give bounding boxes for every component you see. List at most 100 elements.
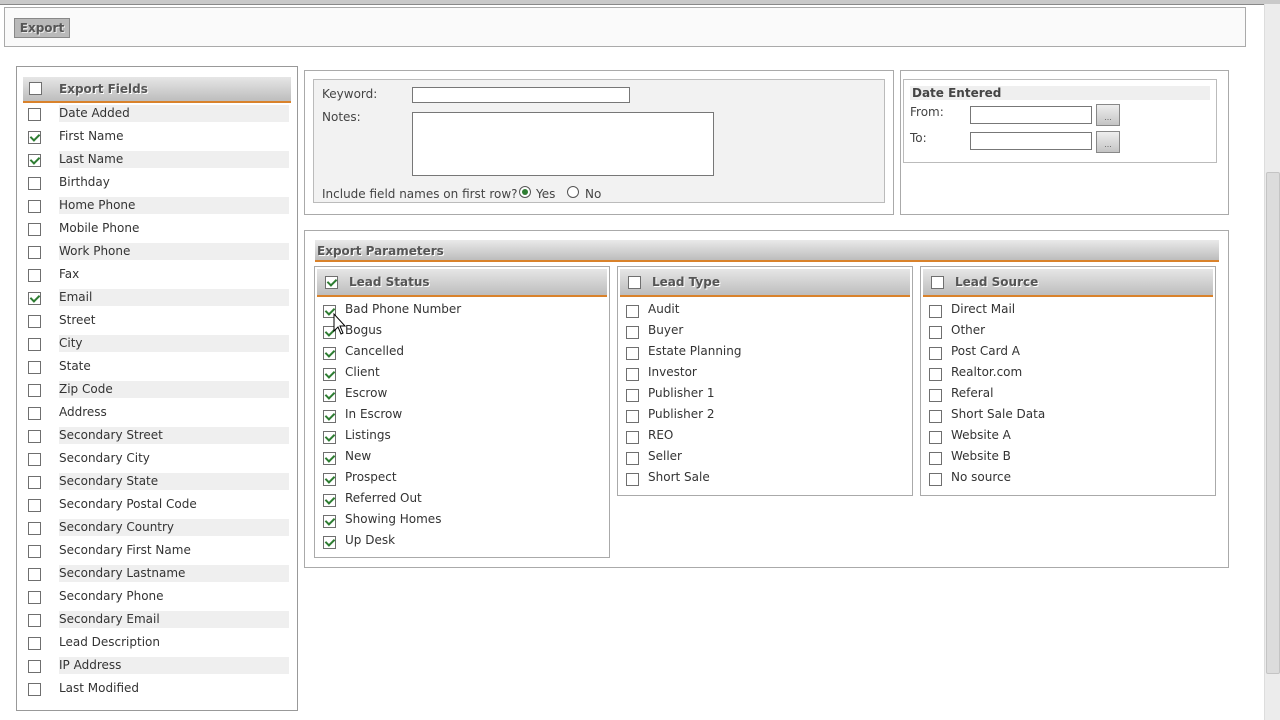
field-checkbox-city[interactable] xyxy=(28,338,41,351)
field-checkbox-secondary-phone[interactable] xyxy=(28,591,41,604)
option-checkbox-cancelled[interactable] xyxy=(323,347,336,360)
option-checkbox-direct-mail[interactable] xyxy=(929,305,942,318)
field-row-secondary-postal-code[interactable]: Secondary Postal Code xyxy=(23,494,289,517)
field-checkbox-secondary-state[interactable] xyxy=(28,476,41,489)
option-checkbox-audit[interactable] xyxy=(626,305,639,318)
field-row-last-name[interactable]: Last Name xyxy=(23,149,289,172)
field-checkbox-last-modified[interactable] xyxy=(28,683,41,696)
field-checkbox-secondary-country[interactable] xyxy=(28,522,41,535)
lead-status-select-all-checkbox[interactable] xyxy=(325,276,338,289)
field-checkbox-last-name[interactable] xyxy=(28,154,41,167)
option-checkbox-referred-out[interactable] xyxy=(323,494,336,507)
field-row-email[interactable]: Email xyxy=(23,287,289,310)
field-checkbox-secondary-city[interactable] xyxy=(28,453,41,466)
field-checkbox-work-phone[interactable] xyxy=(28,246,41,259)
select-all-fields-checkbox[interactable] xyxy=(29,82,42,95)
field-row-date-added[interactable]: Date Added xyxy=(23,103,289,126)
field-row-state[interactable]: State xyxy=(23,356,289,379)
field-row-last-modified[interactable]: Last Modified xyxy=(23,678,289,701)
field-checkbox-birthday[interactable] xyxy=(28,177,41,190)
field-row-secondary-country[interactable]: Secondary Country xyxy=(23,517,289,540)
field-checkbox-email[interactable] xyxy=(28,292,41,305)
field-row-secondary-first-name[interactable]: Secondary First Name xyxy=(23,540,289,563)
lead-type-select-all-checkbox[interactable] xyxy=(628,276,641,289)
field-checkbox-home-phone[interactable] xyxy=(28,200,41,213)
option-checkbox-showing-homes[interactable] xyxy=(323,515,336,528)
field-row-ip-address[interactable]: IP Address xyxy=(23,655,289,678)
field-row-home-phone[interactable]: Home Phone xyxy=(23,195,289,218)
from-label: From: xyxy=(910,105,944,119)
option-label: Publisher 2 xyxy=(648,407,715,421)
field-checkbox-ip-address[interactable] xyxy=(28,660,41,673)
field-checkbox-address[interactable] xyxy=(28,407,41,420)
option-checkbox-realtor-com[interactable] xyxy=(929,368,942,381)
option-checkbox-prospect[interactable] xyxy=(323,473,336,486)
field-row-secondary-street[interactable]: Secondary Street xyxy=(23,425,289,448)
field-row-secondary-email[interactable]: Secondary Email xyxy=(23,609,289,632)
field-row-secondary-phone[interactable]: Secondary Phone xyxy=(23,586,289,609)
to-date-picker-button[interactable]: ... xyxy=(1096,131,1120,153)
option-checkbox-listings[interactable] xyxy=(323,431,336,444)
from-date-picker-button[interactable]: ... xyxy=(1096,104,1120,126)
option-checkbox-buyer[interactable] xyxy=(626,326,639,339)
option-checkbox-short-sale-data[interactable] xyxy=(929,410,942,423)
field-row-city[interactable]: City xyxy=(23,333,289,356)
option-checkbox-other[interactable] xyxy=(929,326,942,339)
lead-source-select-all-checkbox[interactable] xyxy=(931,276,944,289)
notes-textarea[interactable] xyxy=(412,112,714,176)
field-checkbox-secondary-email[interactable] xyxy=(28,614,41,627)
option-checkbox-escrow[interactable] xyxy=(323,389,336,402)
scrollbar-thumb[interactable] xyxy=(1266,172,1280,674)
field-row-lead-description[interactable]: Lead Description xyxy=(23,632,289,655)
option-checkbox-post-card-a[interactable] xyxy=(929,347,942,360)
field-row-first-name[interactable]: First Name xyxy=(23,126,289,149)
option-checkbox-investor[interactable] xyxy=(626,368,639,381)
field-row-mobile-phone[interactable]: Mobile Phone xyxy=(23,218,289,241)
field-row-address[interactable]: Address xyxy=(23,402,289,425)
field-checkbox-first-name[interactable] xyxy=(28,131,41,144)
field-label: Secondary State xyxy=(59,473,289,490)
field-checkbox-secondary-street[interactable] xyxy=(28,430,41,443)
to-date-input[interactable] xyxy=(970,132,1092,150)
option-checkbox-reo[interactable] xyxy=(626,431,639,444)
field-checkbox-secondary-postal-code[interactable] xyxy=(28,499,41,512)
field-checkbox-lead-description[interactable] xyxy=(28,637,41,650)
keyword-input[interactable] xyxy=(412,87,630,103)
option-checkbox-estate-planning[interactable] xyxy=(626,347,639,360)
option-checkbox-in-escrow[interactable] xyxy=(323,410,336,423)
option-checkbox-new[interactable] xyxy=(323,452,336,465)
field-row-secondary-city[interactable]: Secondary City xyxy=(23,448,289,471)
include-yes-radio[interactable] xyxy=(519,186,531,198)
field-checkbox-secondary-first-name[interactable] xyxy=(28,545,41,558)
field-row-birthday[interactable]: Birthday xyxy=(23,172,289,195)
option-checkbox-up-desk[interactable] xyxy=(323,536,336,549)
option-checkbox-website-b[interactable] xyxy=(929,452,942,465)
option-checkbox-no-source[interactable] xyxy=(929,473,942,486)
include-no-radio[interactable] xyxy=(567,186,579,198)
field-checkbox-fax[interactable] xyxy=(28,269,41,282)
option-checkbox-website-a[interactable] xyxy=(929,431,942,444)
field-row-secondary-state[interactable]: Secondary State xyxy=(23,471,289,494)
option-checkbox-seller[interactable] xyxy=(626,452,639,465)
field-row-street[interactable]: Street xyxy=(23,310,289,333)
field-checkbox-mobile-phone[interactable] xyxy=(28,223,41,236)
field-checkbox-date-added[interactable] xyxy=(28,108,41,121)
from-date-input[interactable] xyxy=(970,106,1092,124)
field-checkbox-state[interactable] xyxy=(28,361,41,374)
option-label: Prospect xyxy=(345,470,397,484)
option-checkbox-publisher-1[interactable] xyxy=(626,389,639,402)
lead-source-title: Lead Source xyxy=(955,275,1039,289)
option-checkbox-short-sale[interactable] xyxy=(626,473,639,486)
option-checkbox-referal[interactable] xyxy=(929,389,942,402)
option-checkbox-publisher-2[interactable] xyxy=(626,410,639,423)
field-row-work-phone[interactable]: Work Phone xyxy=(23,241,289,264)
lead-source-group: Lead Source Direct Mail Other Post Card A R… xyxy=(920,266,1216,496)
export-button[interactable]: Export xyxy=(14,18,70,38)
field-checkbox-secondary-lastname[interactable] xyxy=(28,568,41,581)
option-checkbox-client[interactable] xyxy=(323,368,336,381)
field-row-zip-code[interactable]: Zip Code xyxy=(23,379,289,402)
field-checkbox-street[interactable] xyxy=(28,315,41,328)
field-row-secondary-lastname[interactable]: Secondary Lastname xyxy=(23,563,289,586)
field-row-fax[interactable]: Fax xyxy=(23,264,289,287)
field-checkbox-zip-code[interactable] xyxy=(28,384,41,397)
